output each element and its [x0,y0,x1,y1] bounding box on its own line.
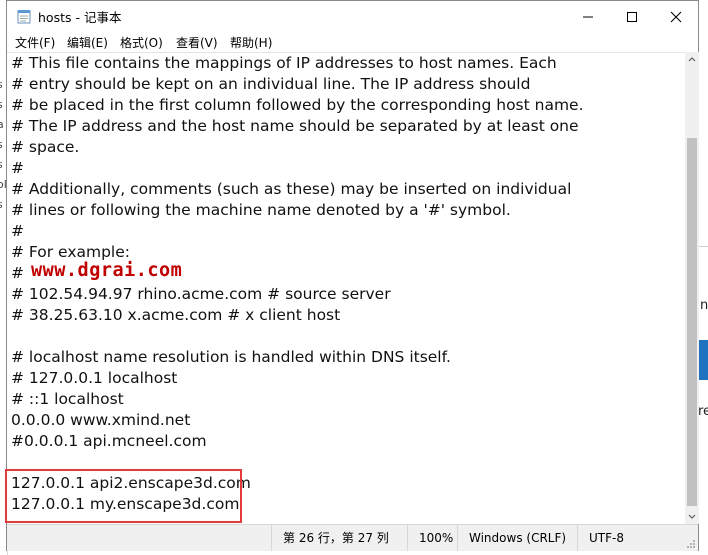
text-line: # ::1 localhost [11,390,124,408]
menu-bar: 文件(F) 编辑(E) 格式(O) 查看(V) 帮助(H) [7,32,698,52]
minimize-icon [582,16,593,17]
scroll-thumb[interactable] [687,138,697,506]
scroll-up-button[interactable] [685,52,699,66]
scroll-down-button[interactable] [685,510,699,524]
background-selection [698,340,708,380]
background-text: n [700,298,708,313]
text-line: # Additionally, comments (such as these)… [11,180,572,198]
title-bar[interactable]: hosts - 记事本 [7,1,698,32]
menu-file[interactable]: 文件(F) [15,34,55,51]
notepad-window: hosts - 记事本 文件(F) 编辑(E) 格式(O) 查看(V) 帮助(H… [5,0,699,551]
maximize-icon [626,11,637,22]
text-line: # 38.25.63.10 x.acme.com # x client host [11,306,341,324]
text-line: # be placed in the first column followed… [11,96,584,114]
text-line: # This file contains the mappings of IP … [11,54,557,72]
text-line: # lines or following the machine name de… [11,201,511,219]
menu-edit[interactable]: 编辑(E) [67,34,108,51]
text-line: # 102.54.94.97 rhino.acme.com # source s… [11,285,391,303]
window-title: hosts - 记事本 [38,10,122,25]
menu-help[interactable]: 帮助(H) [230,34,272,51]
text-line: # [11,264,24,282]
menu-format[interactable]: 格式(O) [120,34,163,51]
background-text: s [0,78,3,91]
text-line: # localhost name resolution is handled w… [11,348,451,366]
maximize-button[interactable] [609,1,654,32]
status-zoom: 100% [407,525,459,551]
vertical-scrollbar[interactable] [685,52,699,524]
text-editor[interactable]: # This file contains the mappings of IP … [5,52,685,525]
chevron-up-icon [688,57,696,62]
text-line: # entry should be kept on an individual … [11,75,531,93]
background-text: re [698,404,708,419]
background-text: s [0,138,3,151]
minimize-button[interactable] [565,1,610,32]
resize-grip-icon[interactable] [686,539,696,549]
close-button[interactable] [653,1,698,32]
status-line-ending: Windows (CRLF) [457,525,577,551]
notepad-icon [17,10,31,24]
status-encoding: UTF-8 [577,525,687,551]
background-text: s [0,98,3,111]
watermark: www.dgrai.com [31,260,183,281]
text-line: 0.0.0.0 www.xmind.net [11,411,191,429]
text-line: # [11,222,24,240]
status-cursor-position: 第 26 行，第 27 列 [271,525,421,551]
text-line: # The IP address and the host name shoul… [11,117,579,135]
background-text: a [0,118,4,131]
text-line: # space. [11,138,80,156]
highlight-box [5,469,242,523]
close-icon [670,11,681,22]
text-line: # [11,159,24,177]
text-line: #0.0.0.1 api.mcneel.com [11,432,207,450]
background-text: s [0,198,3,211]
menu-view[interactable]: 查看(V) [176,34,218,51]
status-bar: 第 26 行，第 27 列 100% Windows (CRLF) UTF-8 [7,524,698,551]
chevron-down-icon [688,514,696,519]
text-line: # 127.0.0.1 localhost [11,369,178,387]
background-text: s [0,158,3,171]
